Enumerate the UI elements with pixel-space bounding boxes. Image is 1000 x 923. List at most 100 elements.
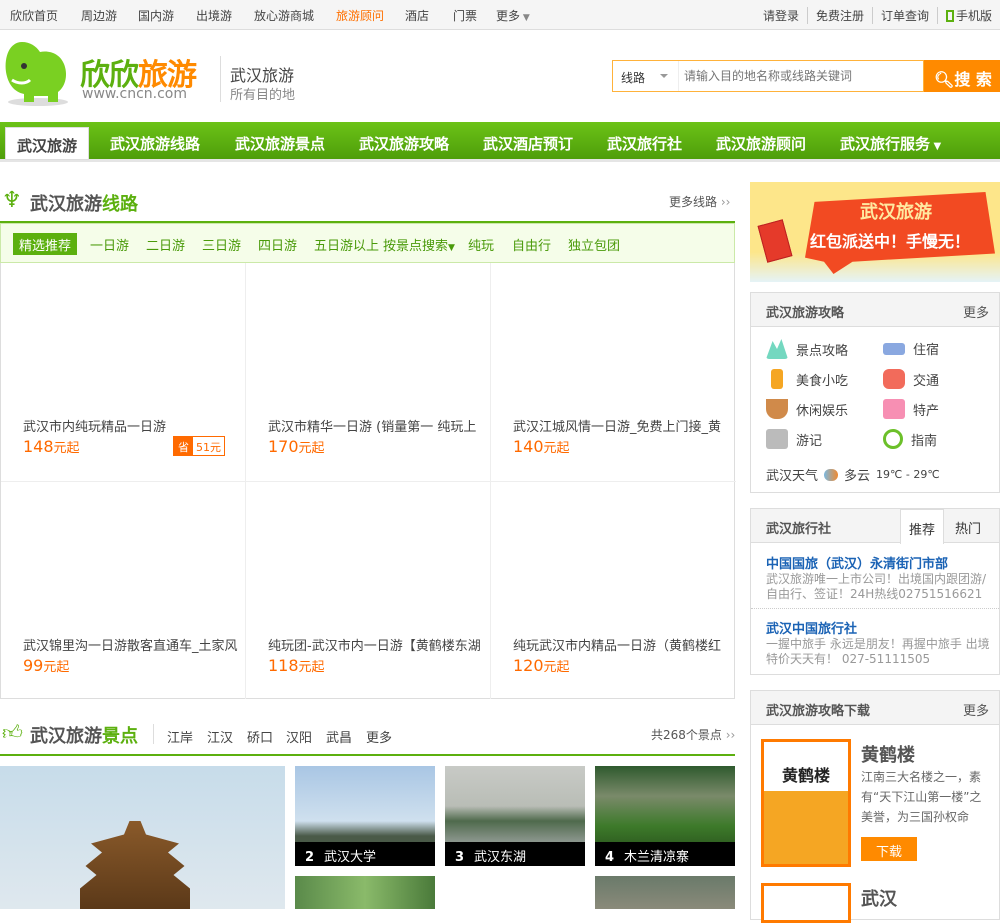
- divider: [220, 56, 221, 102]
- nav-advisors[interactable]: 武汉旅游顾问: [716, 133, 806, 154]
- tab-popular[interactable]: 热门: [955, 518, 981, 537]
- route-title[interactable]: 武汉江城风情一日游_免费上门接_黄: [513, 416, 728, 435]
- mobile-label: 手机版: [955, 9, 992, 23]
- download-more-link[interactable]: 更多: [963, 700, 989, 719]
- guide-travelogue[interactable]: 游记: [766, 429, 822, 449]
- nav-scenic[interactable]: 武汉旅游景点: [235, 133, 325, 154]
- district-qiaokou[interactable]: 硚口: [247, 727, 273, 746]
- route-title[interactable]: 纯玩武汉市内精品一日游（黄鹤楼红: [513, 635, 728, 654]
- route-card[interactable]: 武汉江城风情一日游_免费上门接_黄 140元起: [491, 263, 736, 481]
- top-link-more[interactable]: 更多 ▼: [496, 7, 530, 24]
- route-title[interactable]: 纯玩团-武汉市内一日游【黄鹤楼东湖: [268, 635, 483, 654]
- district-jianghan[interactable]: 江汉: [207, 727, 233, 746]
- guide-leisure[interactable]: 休闲娱乐: [766, 399, 848, 419]
- travel-guide-box: 武汉旅游攻略 更多 景点攻略 住宿 美食小吃 交通 休闲娱乐 特产 游记 指南 武…: [750, 292, 1000, 493]
- filter-1day[interactable]: 一日游: [90, 235, 129, 254]
- nav-home[interactable]: 武汉旅游: [5, 127, 90, 160]
- scenic-photo[interactable]: 2 武汉大学: [295, 766, 435, 866]
- guide-book-cover[interactable]: [761, 883, 851, 923]
- top-link-home[interactable]: 欣欣首页: [10, 7, 58, 24]
- orders-link[interactable]: 订单查询: [871, 7, 937, 24]
- search-type-select[interactable]: 线路: [613, 61, 679, 91]
- nav-hotels[interactable]: 武汉酒店预订: [483, 133, 573, 154]
- nav-agencies[interactable]: 武汉旅行社: [607, 133, 682, 154]
- guide-scenic[interactable]: 景点攻略: [766, 339, 848, 359]
- search-input[interactable]: [680, 61, 923, 91]
- filter-3day[interactable]: 三日游: [202, 235, 241, 254]
- guide-transport[interactable]: 交通: [883, 369, 939, 389]
- district-wuchang[interactable]: 武昌: [326, 727, 352, 746]
- elephant-logo-icon[interactable]: [2, 36, 74, 108]
- all-destinations-link[interactable]: 所有目的地: [230, 84, 295, 103]
- filter-5day-plus[interactable]: 五日游以上: [314, 235, 379, 254]
- district-jiangan[interactable]: 江岸: [167, 727, 193, 746]
- download-title: 武汉旅游攻略下载: [766, 704, 871, 719]
- top-link-advisor[interactable]: 旅游顾问: [336, 7, 384, 24]
- filter-independent[interactable]: 自由行: [512, 235, 551, 254]
- guide-handbook[interactable]: 指南: [883, 429, 937, 449]
- scenic-photo[interactable]: 3 武汉东湖: [445, 766, 585, 866]
- filter-4day[interactable]: 四日游: [258, 235, 297, 254]
- scenic-photo[interactable]: [595, 876, 735, 909]
- route-filter-bar: 精选推荐 一日游 二日游 三日游 四日游 五日游以上 按景点搜索▼ 纯玩 自由行…: [0, 223, 735, 263]
- weather: 武汉天气 多云 19℃ - 29℃: [766, 468, 940, 484]
- route-card[interactable]: 武汉市精华一日游 (销量第一 纯玩上 170元起: [246, 263, 491, 481]
- route-title[interactable]: 武汉市精华一日游 (销量第一 纯玩上: [268, 416, 483, 435]
- filter-by-scenic[interactable]: 按景点搜索▼: [383, 235, 455, 254]
- route-card[interactable]: 武汉市内纯玩精品一日游 148元起 省 51元: [1, 263, 246, 481]
- guide-name[interactable]: 黄鹤楼: [861, 741, 915, 767]
- top-link-mall[interactable]: 放心游商城: [254, 7, 314, 24]
- route-card[interactable]: 纯玩武汉市内精品一日游（黄鹤楼红 120元起: [491, 481, 736, 699]
- top-link-domestic[interactable]: 国内游: [138, 7, 174, 24]
- guide-download-box: 武汉旅游攻略下载 更多 黄鹤楼 黄鹤楼 江南三大名楼之一，素有“天下江山第一楼”之…: [750, 690, 1000, 923]
- nav-guides[interactable]: 武汉旅游攻略: [359, 133, 449, 154]
- route-card[interactable]: 纯玩团-武汉市内一日游【黄鹤楼东湖 118元起: [246, 481, 491, 699]
- route-price: 118元起: [268, 656, 325, 675]
- scenic-photo[interactable]: 4 木兰清凉寨: [595, 766, 735, 866]
- filter-private[interactable]: 独立包团: [568, 235, 620, 254]
- agency-item[interactable]: 中国国旅（武汉）永清街门市部 武汉旅游唯一上市公司！出境国内跟团游/自由行、签证！…: [766, 553, 996, 602]
- tab-recommended[interactable]: 推荐: [900, 509, 944, 544]
- guide-food[interactable]: 美食小吃: [766, 369, 848, 389]
- nav-services[interactable]: 武汉旅行服务 ▼: [840, 133, 941, 154]
- guide-name[interactable]: 武汉: [861, 885, 897, 911]
- login-link[interactable]: 请登录: [755, 7, 807, 24]
- guide-more-link[interactable]: 更多: [963, 302, 989, 321]
- download-button[interactable]: 下载: [861, 837, 917, 861]
- divider: [751, 608, 999, 609]
- district-more[interactable]: 更多: [366, 727, 392, 746]
- divider: [153, 724, 154, 744]
- more-routes-link[interactable]: 更多线路 ››: [669, 193, 730, 210]
- nav-routes[interactable]: 武汉旅游线路: [110, 133, 200, 154]
- mobile-link[interactable]: 手机版: [936, 7, 1000, 24]
- filter-featured[interactable]: 精选推荐: [13, 233, 78, 255]
- top-link-outbound[interactable]: 出境游: [196, 7, 232, 24]
- guide-lodging[interactable]: 住宿: [883, 339, 939, 358]
- mountain-icon: [766, 339, 788, 359]
- red-packet-banner[interactable]: 武汉旅游 红包派送中！手慢无！: [750, 182, 1000, 282]
- route-price: 99元起: [23, 656, 70, 675]
- agency-item[interactable]: 武汉中国旅行社 一握中旅手 永远是朋友！再握中旅手 出境特价天天有！ 027-51…: [766, 618, 996, 667]
- route-price: 120元起: [513, 656, 570, 675]
- route-card[interactable]: 武汉锦里沟一日游散客直通车_土家风 99元起: [1, 481, 246, 699]
- route-title[interactable]: 武汉锦里沟一日游散客直通车_土家风: [23, 635, 238, 654]
- guide-specialty[interactable]: 特产: [883, 399, 939, 419]
- scenic-photo-yellow-crane-tower[interactable]: [0, 766, 285, 909]
- district-hanyang[interactable]: 汉阳: [286, 727, 312, 746]
- search-button[interactable]: 🔍︎搜 索: [924, 60, 1000, 92]
- filter-pure[interactable]: 纯玩: [468, 235, 494, 254]
- filter-2day[interactable]: 二日游: [146, 235, 185, 254]
- divider: [0, 754, 735, 756]
- top-link-tickets[interactable]: 门票: [453, 7, 477, 24]
- search-icon: 🔍︎: [934, 70, 955, 89]
- scenic-photo[interactable]: [295, 876, 435, 909]
- top-link-hotel[interactable]: 酒店: [405, 7, 429, 24]
- top-link-nearby[interactable]: 周边游: [81, 7, 117, 24]
- register-link[interactable]: 免费注册: [806, 7, 872, 24]
- phone-icon: [945, 10, 954, 22]
- scenic-count-link[interactable]: 共268个景点 ››: [651, 726, 735, 743]
- route-title[interactable]: 武汉市内纯玩精品一日游: [23, 416, 238, 435]
- route-price: 140元起: [513, 437, 570, 456]
- main-nav: 武汉旅游 武汉旅游线路 武汉旅游景点 武汉旅游攻略 武汉酒店预订 武汉旅行社 武…: [0, 122, 1000, 162]
- guide-book-cover[interactable]: 黄鹤楼: [761, 739, 851, 867]
